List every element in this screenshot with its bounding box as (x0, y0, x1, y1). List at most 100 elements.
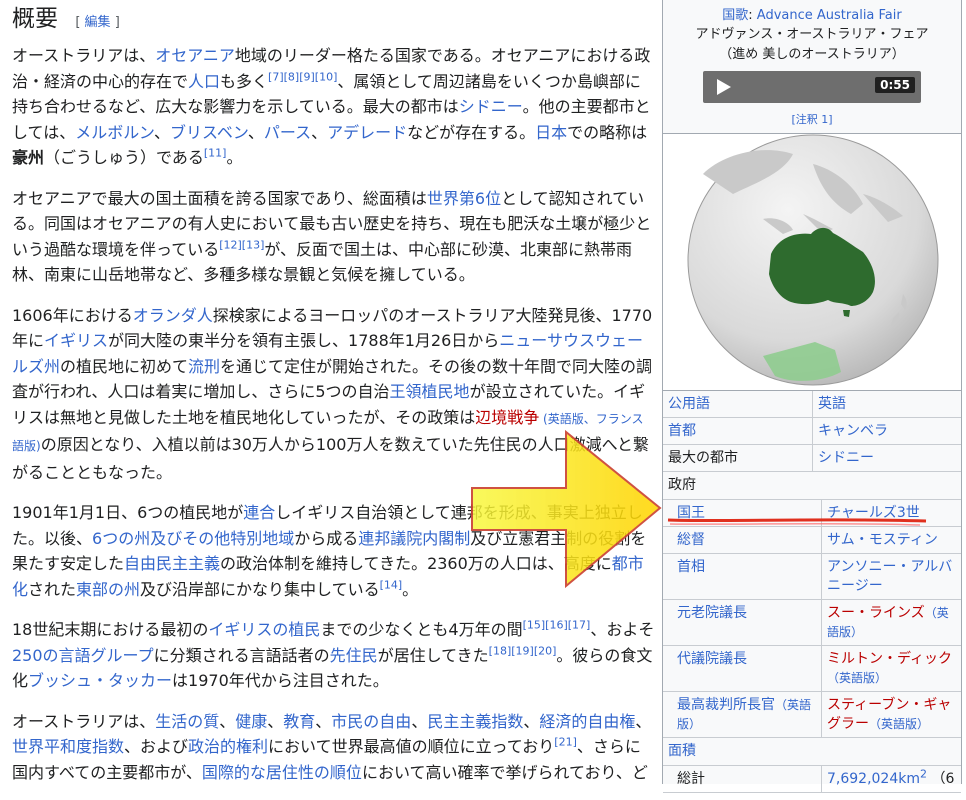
infobox-row: 首都 キャンベラ (663, 417, 961, 445)
infobox-row-value: スティーブン・ギャグラー（英語版） (821, 691, 961, 738)
text-run: 、 (523, 711, 540, 731)
paragraph-3: 1606年におけるオランダ人探検家によるヨーロッパのオーストラリア大陸発見後、1… (12, 303, 655, 486)
article-link[interactable]: 250の言語グループ (12, 646, 154, 665)
infobox-row-label: 首相 (663, 553, 822, 600)
article-link[interactable]: 市民の自由 (331, 712, 411, 731)
infobox-row: 元老院議長 スー・ラインズ（英語版） (663, 599, 961, 646)
article-link[interactable]: 民主主義指数 (427, 712, 523, 731)
text-run: 、 (247, 122, 264, 142)
text-run: （ごうしゅう）である (44, 148, 204, 167)
text-run: 及び沿岸部にかなり集中している (140, 579, 380, 599)
paragraph-4: 1901年1月1日、6つの植民地が連合しイギリス自治領として連邦を形成、事実上独… (12, 500, 655, 602)
article-link[interactable]: 連合 (243, 503, 275, 522)
text-run: において高い確率で挙げられており、ど (361, 762, 648, 782)
citation-link[interactable]: [11] (204, 147, 227, 160)
infobox-value-link[interactable]: 英語 (818, 396, 846, 412)
audio-player[interactable]: 0:55 (703, 71, 921, 103)
text-run: などが存在する。 (407, 122, 536, 142)
text-run: での略称は (567, 122, 648, 142)
article-link[interactable]: オセアニア (155, 46, 235, 65)
article-link[interactable]: 人口 (188, 72, 220, 91)
infobox-label-link[interactable]: 元老院議長 (677, 605, 747, 621)
article-link[interactable]: ブリスベン (170, 123, 248, 142)
article-link[interactable]: 日本 (535, 123, 567, 142)
article-link[interactable]: アデレード (327, 123, 407, 142)
paragraph-5: 18世紀末期における最初のイギリスの植民までの少なくとも4万年の間[15][16… (12, 617, 655, 694)
text-run: された (28, 579, 77, 599)
citation-link[interactable]: [14] (380, 578, 403, 591)
text-run: の植民地に初めて (60, 356, 189, 376)
article-link[interactable]: 王領植民地 (390, 382, 470, 401)
infobox-value-link[interactable]: シドニー (818, 450, 874, 466)
article-link[interactable]: イギリス (44, 331, 108, 350)
play-icon[interactable] (717, 79, 731, 95)
infobox-row: 首相 アンソニー・アルバニージー (663, 553, 961, 600)
infobox-row-value: スー・ラインズ（英語版） (821, 599, 961, 646)
article-link[interactable]: シドニー (459, 97, 523, 116)
article-link[interactable]: 自由民主主義 (124, 554, 220, 573)
note-link[interactable]: [注釈 1] (791, 113, 832, 126)
text-run: オーストラリアは、 (12, 46, 156, 65)
article-link[interactable]: 連邦議院内閣制 (358, 529, 470, 548)
infobox-label-link[interactable]: 総督 (677, 532, 705, 548)
article-link[interactable]: 先住民 (330, 646, 378, 665)
article-link[interactable]: 辺境戦争 (475, 408, 539, 427)
infobox-label-link[interactable]: 首都 (668, 423, 696, 439)
infobox-value-link[interactable]: ミルトン・ディック (827, 651, 952, 667)
infobox-label-link[interactable]: 公用語 (668, 396, 710, 412)
infobox-row-label: 国王 (663, 500, 822, 527)
interlanguage-link[interactable]: （英語版） (869, 717, 929, 731)
article-link[interactable]: 世界第6位 (427, 189, 501, 208)
article-link[interactable]: パース (264, 123, 311, 142)
section-title: 概要 (12, 6, 58, 32)
citation-link[interactable]: [7][8][9][10] (268, 70, 337, 83)
citation-link[interactable]: [21] (554, 736, 577, 749)
anthem-label-link[interactable]: 国歌 (722, 8, 748, 23)
text-run: 。 (402, 579, 419, 599)
article-link[interactable]: メルボルン (75, 123, 154, 142)
article-link[interactable]: 6つの州及びその他特別地域 (92, 529, 294, 548)
infobox-label-link[interactable]: 最高裁判所長官 (677, 697, 775, 713)
infobox-row: 国王 チャールズ3世 (663, 500, 961, 527)
infobox-label-link[interactable]: 代議院議長 (677, 651, 747, 667)
infobox-value-link[interactable]: スー・ラインズ (827, 605, 925, 621)
text-run: 、 (311, 122, 328, 142)
article-link[interactable]: 教育 (283, 712, 315, 731)
infobox-value-link[interactable]: アンソニー・アルバニージー (827, 559, 952, 594)
infobox-value-link[interactable]: チャールズ3世 (827, 505, 920, 521)
text-run: は1970年代から注目された。 (172, 671, 389, 690)
article-link[interactable]: 世界平和度指数 (12, 737, 124, 756)
article-link[interactable]: 東部の州 (76, 580, 140, 599)
infobox: 国歌: Advance Australia Fair アドヴァンス・オーストラリ… (662, 0, 962, 793)
infobox-row-label: 公用語 (663, 391, 813, 418)
text-run: 、 (635, 711, 652, 731)
citation-link[interactable]: [15][16][17] (523, 619, 591, 632)
article-link[interactable]: イギリスの植民 (208, 620, 320, 639)
infobox-label-link[interactable]: 国王 (677, 505, 705, 521)
area-total-value: 7,692,024km2 （6 (821, 766, 961, 793)
article-link[interactable]: 健康 (235, 712, 267, 731)
infobox-value-link[interactable]: サム・モスティン (827, 532, 938, 548)
infobox-gov-rows: 国王 チャールズ3世 総督 サム・モスティン 首相 アンソニー・アルバニージー 元老院議長ス… (663, 500, 961, 738)
article-link[interactable]: 経済的自由権 (539, 712, 635, 731)
infobox-row-value: ミルトン・ディック （英語版） (821, 645, 961, 692)
infobox-row-label: 最高裁判所長官（英語版） (663, 691, 822, 738)
article-link[interactable]: オランダ人 (133, 306, 213, 325)
infobox-label-link[interactable]: 首相 (677, 559, 705, 575)
citation-link[interactable]: [12][13] (219, 238, 264, 251)
edit-link[interactable]: 編集 (85, 15, 111, 30)
anthem-title-link[interactable]: Advance Australia Fair (757, 8, 902, 23)
text-run: の原因となり、入植以前は30万人から100万人を数えていた先住民の人口激減へと繋… (12, 435, 649, 482)
text-run: 、および (124, 737, 189, 756)
infobox-value-link[interactable]: キャンベラ (818, 423, 888, 439)
article-link[interactable]: 生活の質 (155, 712, 219, 731)
infobox-row-label: 首都 (663, 417, 813, 445)
interlanguage-link[interactable]: （英語版） (827, 671, 887, 685)
paragraphs: オーストラリアは、オセアニア地域のリーダー格たる国家である。オセアニアにおける政… (12, 43, 655, 785)
article-link[interactable]: ブッシュ・タッカー (28, 671, 172, 690)
citation-link[interactable]: [18][19][20] (489, 644, 557, 657)
article-link[interactable]: 政治的権利 (188, 737, 268, 756)
article-link[interactable]: 国際的な居住性の順位 (202, 763, 362, 782)
article-link[interactable]: 流刑 (188, 357, 220, 376)
area-link[interactable]: 面積 (668, 743, 696, 759)
